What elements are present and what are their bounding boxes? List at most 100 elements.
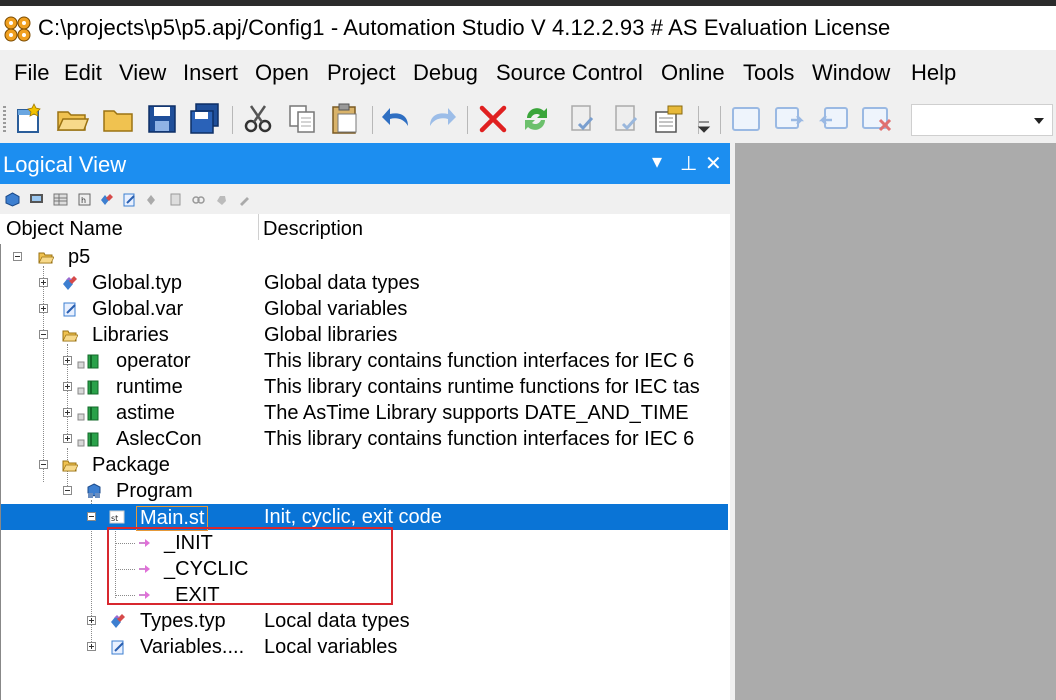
tree-item-description: Global variables xyxy=(264,298,408,320)
expand-icon[interactable] xyxy=(39,278,48,287)
variable-icon[interactable] xyxy=(122,192,137,207)
hex-icon[interactable]: h xyxy=(77,192,92,207)
window-back-icon[interactable] xyxy=(816,102,850,136)
collapse-icon[interactable] xyxy=(39,460,48,469)
menu-help[interactable]: Help xyxy=(911,60,956,86)
logical-view-tree: p5 Global.typ Global data types Global.v… xyxy=(0,244,729,700)
automation-studio-logo-icon xyxy=(4,16,31,42)
check-out-icon[interactable] xyxy=(609,102,643,136)
menu-bar: File Edit View Insert Open Project Debug… xyxy=(0,50,1056,96)
collapse-icon[interactable] xyxy=(39,330,48,339)
menu-online[interactable]: Online xyxy=(661,60,725,86)
paste-icon[interactable] xyxy=(328,102,362,136)
copy-icon[interactable] xyxy=(285,102,319,136)
toolbar-separator xyxy=(372,106,373,134)
menu-open[interactable]: Open xyxy=(255,60,309,86)
folder-icon[interactable] xyxy=(101,102,135,136)
datatype-icon[interactable] xyxy=(99,192,114,207)
toolbar-combo-box[interactable] xyxy=(911,104,1053,136)
collapse-icon[interactable] xyxy=(13,252,22,261)
build-icon[interactable] xyxy=(652,102,686,136)
tree-row-astime[interactable]: astime The AsTime Library supports DATE_… xyxy=(1,400,728,426)
expand-icon[interactable] xyxy=(87,642,96,651)
menu-view[interactable]: View xyxy=(119,60,166,86)
link-disabled-icon[interactable] xyxy=(191,192,206,207)
expand-icon[interactable] xyxy=(63,382,72,391)
tree-item-label: operator xyxy=(116,350,191,372)
datatype-disabled-icon[interactable] xyxy=(145,192,160,207)
menu-file[interactable]: File xyxy=(14,60,49,86)
menu-source-control[interactable]: Source Control xyxy=(496,60,643,86)
chevron-down-icon[interactable] xyxy=(1034,118,1044,124)
save-icon[interactable] xyxy=(145,102,179,136)
library-icon xyxy=(77,380,99,395)
tree-row-global-typ[interactable]: Global.typ Global data types xyxy=(1,270,728,296)
variable-icon xyxy=(63,302,76,317)
tree-item-description: Global libraries xyxy=(264,324,398,346)
expand-icon[interactable] xyxy=(87,616,96,625)
refresh-icon[interactable] xyxy=(519,102,553,136)
expand-icon[interactable] xyxy=(63,408,72,417)
tree-item-label: p5 xyxy=(68,246,91,268)
save-all-icon[interactable] xyxy=(188,102,222,136)
window-close-icon[interactable] xyxy=(860,102,894,136)
menu-insert[interactable]: Insert xyxy=(183,60,238,86)
menu-debug[interactable]: Debug xyxy=(413,60,478,86)
tree-row-libraries[interactable]: Libraries Global libraries xyxy=(1,322,728,348)
datatype-icon xyxy=(111,614,125,628)
tree-item-description: Local variables xyxy=(264,636,398,658)
tree-row-program[interactable]: Program xyxy=(1,478,728,504)
tree-row-operator[interactable]: operator This library contains function … xyxy=(1,348,728,374)
table-icon[interactable] xyxy=(53,192,68,207)
tree-row-variables[interactable]: Variables.... Local variables xyxy=(1,634,728,660)
tool-disabled-icon[interactable] xyxy=(237,192,252,207)
folder-open-icon xyxy=(38,252,54,264)
redo-icon[interactable] xyxy=(424,102,458,136)
main-toolbar xyxy=(0,96,1056,143)
toolbar-overflow-icon[interactable] xyxy=(697,118,711,136)
collapse-icon[interactable] xyxy=(87,512,96,521)
column-divider[interactable] xyxy=(258,214,259,240)
new-project-icon[interactable] xyxy=(12,102,46,136)
delete-icon[interactable] xyxy=(476,102,510,136)
check-in-icon[interactable] xyxy=(565,102,599,136)
column-object-name[interactable]: Object Name xyxy=(6,218,123,241)
menu-window[interactable]: Window xyxy=(812,60,890,86)
tree-item-label: Program xyxy=(116,480,193,502)
logical-view-toolbar: h xyxy=(0,184,730,215)
st-file-icon: st xyxy=(109,510,125,524)
open-folder-icon[interactable] xyxy=(55,102,89,136)
collapse-icon[interactable] xyxy=(63,486,72,495)
tree-row-p5[interactable]: p5 xyxy=(1,244,728,270)
svg-text:st: st xyxy=(111,514,118,523)
cube-icon[interactable] xyxy=(5,192,20,207)
menu-tools[interactable]: Tools xyxy=(743,60,794,86)
tree-item-label: runtime xyxy=(116,376,183,398)
tree-row-package[interactable]: Package xyxy=(1,452,728,478)
panel-dropdown-icon[interactable]: ▾ xyxy=(652,149,662,174)
tree-row-global-var[interactable]: Global.var Global variables xyxy=(1,296,728,322)
tree-item-description: This library contains runtime functions … xyxy=(264,376,700,398)
monitor-icon[interactable] xyxy=(29,192,44,207)
expand-icon[interactable] xyxy=(39,304,48,313)
menu-project[interactable]: Project xyxy=(327,60,395,86)
edit-disabled-icon[interactable] xyxy=(168,192,183,207)
panel-title: Logical View xyxy=(3,152,127,177)
hand-disabled-icon[interactable] xyxy=(214,192,229,207)
pin-icon[interactable]: ⊥ xyxy=(680,151,697,176)
expand-icon[interactable] xyxy=(63,434,72,443)
cut-icon[interactable] xyxy=(241,102,275,136)
window-forward-icon[interactable] xyxy=(773,102,807,136)
tree-row-aslec-con[interactable]: AslecCon This library contains function … xyxy=(1,426,728,452)
toolbar-separator xyxy=(467,106,468,134)
tree-row-runtime[interactable]: runtime This library contains runtime fu… xyxy=(1,374,728,400)
undo-icon[interactable] xyxy=(380,102,414,136)
program-icon xyxy=(87,483,101,498)
column-description[interactable]: Description xyxy=(263,218,363,241)
tree-row-types-typ[interactable]: Types.typ Local data types xyxy=(1,608,728,634)
window-icon[interactable] xyxy=(729,102,763,136)
close-icon[interactable]: ✕ xyxy=(705,151,722,176)
expand-icon[interactable] xyxy=(63,356,72,365)
toolbar-gripper[interactable] xyxy=(3,106,6,134)
menu-edit[interactable]: Edit xyxy=(64,60,102,86)
